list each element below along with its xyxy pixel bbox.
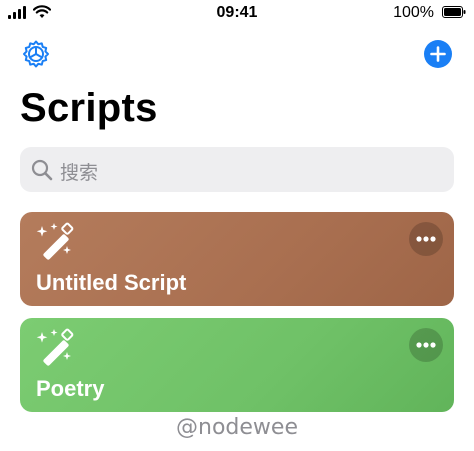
battery-percent: 100% (393, 4, 434, 21)
page-title: Scripts (20, 86, 158, 130)
scripts-screen: 09:41 100% Scripts 搜索 Untitled Script Po… (0, 0, 474, 451)
search-input[interactable]: 搜索 (20, 147, 454, 192)
plus-icon (430, 46, 446, 62)
gear-icon[interactable] (20, 38, 52, 70)
add-script-button[interactable] (424, 40, 452, 68)
magic-wand-icon (36, 328, 74, 366)
script-card-poetry[interactable]: Poetry (20, 318, 454, 412)
script-name: Poetry (36, 376, 105, 401)
battery-icon (442, 6, 466, 18)
magic-wand-icon (36, 222, 74, 260)
search-placeholder: 搜索 (60, 162, 99, 184)
ellipsis-icon (416, 342, 436, 348)
more-options-button[interactable] (409, 328, 443, 362)
ellipsis-icon (416, 236, 436, 242)
more-options-button[interactable] (409, 222, 443, 256)
status-bar: 09:41 100% (0, 0, 474, 28)
watermark: @nodewee (176, 415, 298, 440)
script-card-untitled-script[interactable]: Untitled Script (20, 212, 454, 306)
script-name: Untitled Script (36, 270, 187, 295)
search-icon (31, 159, 53, 181)
